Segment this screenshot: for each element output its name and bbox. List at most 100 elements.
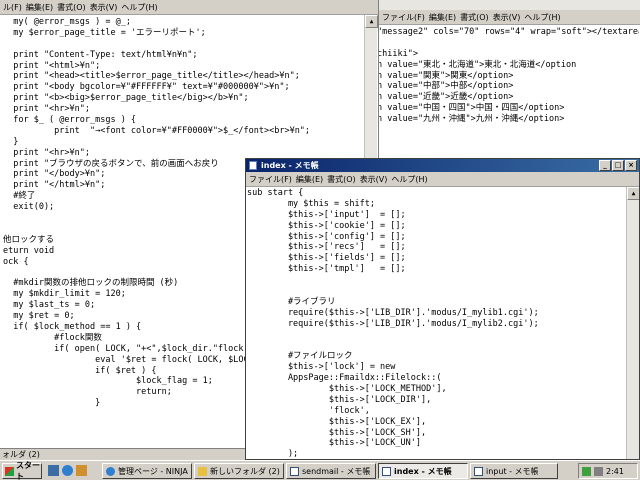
index-titlebar[interactable]: index - メモ帳 _ □ × <box>246 159 639 172</box>
menu-help[interactable]: ヘルプ(H) <box>121 2 157 13</box>
code-line: $this->['config'] = []; <box>247 231 406 242</box>
right-notepad-window: ファイル(F) 編集(E) 書式(O) 表示(V) ヘルプ(H) "messag… <box>378 0 640 158</box>
code-line: ); <box>247 449 299 460</box>
code-line: AppsPage::Fmaildx::Filelock::( <box>247 373 442 384</box>
code-line: print "→<font color=¥"#FF0000¥">$_</font… <box>3 125 311 136</box>
folder-icon <box>198 466 207 476</box>
scroll-up-icon[interactable]: ▲ <box>627 187 639 200</box>
taskbar-item-input[interactable]: input - メモ帳 <box>470 463 558 479</box>
desktop-icon[interactable] <box>48 465 59 476</box>
maximize-icon[interactable]: □ <box>612 160 624 171</box>
code-line: $this->['input'] = []; <box>247 209 406 220</box>
code-line: $this->['LOCK_EX'], <box>247 416 427 427</box>
network-icon[interactable] <box>582 466 591 476</box>
index-notepad-window: index - メモ帳 _ □ × ファイル(F) 編集(E) 書式(O) 表示… <box>245 158 640 460</box>
start-label: スタート <box>16 461 40 480</box>
folder-status-label: ォルダ (2) <box>2 450 40 459</box>
code-line: $this->['LOCK_SH'], <box>247 427 427 438</box>
volume-icon[interactable] <box>594 466 603 476</box>
code-line: n value="関東">関東</option> <box>378 70 514 81</box>
code-line: print "Content-Type: text/html¥n¥n"; <box>3 49 198 60</box>
code-line: n value="中部">中部</option> <box>378 81 514 92</box>
code-line: $this->['tmpl'] = []; <box>247 264 406 275</box>
code-line: $this->['recs'] = []; <box>247 242 406 253</box>
code-line: n value="近畿">近畿</option> <box>378 92 514 103</box>
menu-format[interactable]: 書式(O) <box>327 174 356 185</box>
taskbar-item-index[interactable]: index - メモ帳 <box>378 463 468 479</box>
menu-format[interactable]: 書式(O) <box>460 12 489 23</box>
code-line: print "<head><title>$error_page_title</t… <box>3 71 300 82</box>
code-line: print "<b><big>$error_page_title</big></… <box>3 93 249 104</box>
window-title: index - メモ帳 <box>261 161 319 170</box>
menu-format[interactable]: 書式(O) <box>57 2 86 13</box>
notepad-icon <box>249 161 257 170</box>
code-line: } <box>3 136 19 147</box>
taskbar-item-label: 新しいフォルダ (2) <box>210 466 280 476</box>
code-line: $this->['LOCK_UN'] <box>247 438 421 449</box>
menu-help[interactable]: ヘルプ(H) <box>524 12 560 23</box>
code-line: my( @error_msgs ) = @_; <box>3 17 131 27</box>
menu-view[interactable]: 表示(V) <box>360 174 388 185</box>
start-button[interactable]: スタート <box>2 461 42 480</box>
code-line: print "<html>¥n"; <box>3 60 101 71</box>
code-line: n value="九州・沖縄">九州・沖縄</option> <box>378 114 565 125</box>
code-line: 'flock', <box>247 405 370 416</box>
taskbar-item-label: input - メモ帳 <box>486 466 539 476</box>
system-tray: 2:41 <box>578 463 638 479</box>
code-line: "message2" cols="70" rows="4" wrap="soft… <box>378 27 639 37</box>
menu-edit[interactable]: 編集(E) <box>296 174 323 185</box>
app-icon[interactable] <box>76 465 87 476</box>
menu-view[interactable]: 表示(V) <box>493 12 521 23</box>
right-code-area[interactable]: "message2" cols="70" rows="4" wrap="soft… <box>378 27 639 155</box>
menu-file[interactable]: ファイル(F) <box>382 12 425 23</box>
code-line: chiiki"> <box>378 48 418 59</box>
taskbar-item-label: 管理ページ - NINJA ... <box>118 466 192 476</box>
code-line: n value="東北・北海道">東北・北海道</option <box>378 59 577 70</box>
taskbar-item-label: sendmail - メモ帳 <box>302 466 371 476</box>
menu-view[interactable]: 表示(V) <box>90 2 118 13</box>
code-line: $this->['cookie'] = []; <box>247 220 406 231</box>
quicklaunch <box>48 465 87 476</box>
code-line: #ファイルロック <box>247 351 353 362</box>
close-icon[interactable]: × <box>625 160 637 171</box>
code-line: my $error_page_title = 'エラーリポート'; <box>3 27 206 38</box>
left-menubar: ル(F) 編集(E) 書式(O) 表示(V) ヘルプ(H) <box>0 0 378 15</box>
code-line: sub start { <box>247 188 304 198</box>
taskbar-item-browser[interactable]: 管理ページ - NINJA ... <box>102 463 192 479</box>
code-line: n value="中国・四国">中国・四国</option> <box>378 103 565 114</box>
code-line: print "<body bgcolor=¥"#FFFFFF¥" text=¥"… <box>3 82 290 93</box>
scroll-up-icon[interactable]: ▲ <box>365 15 378 28</box>
taskbar-item-sendmail[interactable]: sendmail - メモ帳 <box>286 463 376 479</box>
taskbar-item-folder[interactable]: 新しいフォルダ (2) <box>194 463 284 479</box>
notepad-icon <box>290 466 299 476</box>
menu-help[interactable]: ヘルプ(H) <box>391 174 427 185</box>
notepad-icon <box>382 466 391 476</box>
code-line: $this->['lock'] = new <box>247 362 396 373</box>
index-menubar: ファイル(F) 編集(E) 書式(O) 表示(V) ヘルプ(H) <box>246 172 639 187</box>
code-line: $this->['LOCK_METHOD'], <box>247 384 447 395</box>
window-controls: _ □ × <box>599 160 637 171</box>
code-line: require($this->['LIB_DIR'].'modus/I_myli… <box>247 307 539 318</box>
code-line: $this->['LOCK_DIR'], <box>247 394 432 405</box>
menu-edit[interactable]: 編集(E) <box>26 2 53 13</box>
code-line: require($this->['LIB_DIR'].'modus/I_myli… <box>247 318 539 329</box>
browser-icon[interactable] <box>62 465 73 476</box>
clock[interactable]: 2:41 <box>606 467 624 476</box>
code-line: print "<hr>¥n"; <box>3 147 90 158</box>
index-code-area[interactable]: sub start { my $this = shift; $this->['i… <box>247 188 625 460</box>
menu-file[interactable]: ファイル(F) <box>249 174 292 185</box>
windows-logo-icon <box>5 466 14 476</box>
code-line: print "<hr>¥n"; <box>3 104 90 115</box>
code-line: $this->['fields'] = []; <box>247 253 406 264</box>
index-vertical-scrollbar[interactable]: ▲ <box>626 187 639 459</box>
browser-icon <box>106 466 115 476</box>
menu-file[interactable]: ル(F) <box>3 2 22 13</box>
notepad-icon <box>474 466 483 476</box>
menu-edit[interactable]: 編集(E) <box>429 12 456 23</box>
minimize-icon[interactable]: _ <box>599 160 611 171</box>
